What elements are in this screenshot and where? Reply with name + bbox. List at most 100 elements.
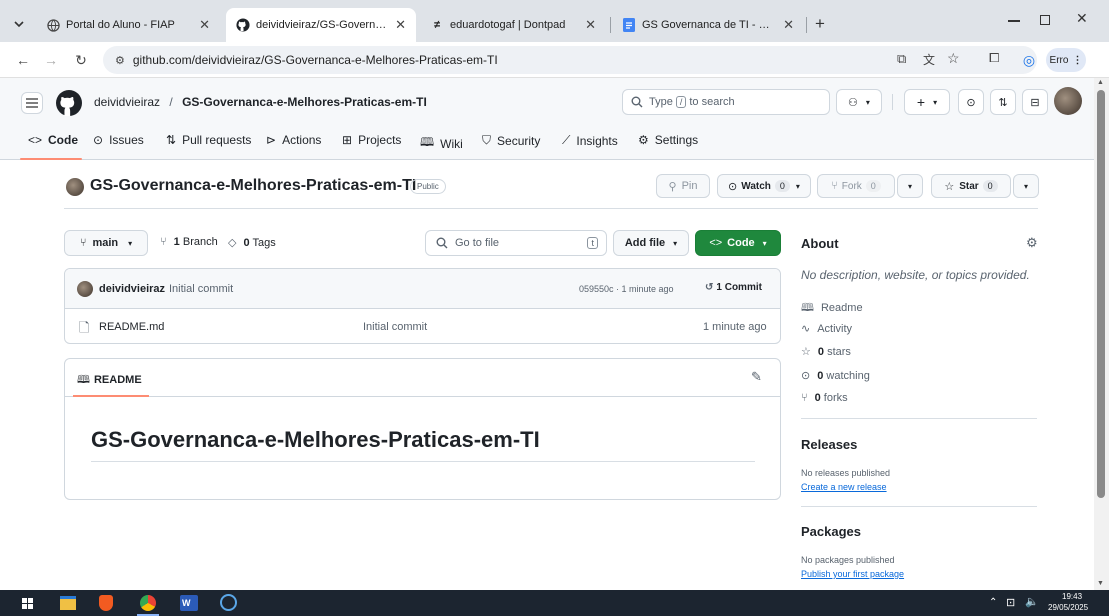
tab-actions[interactable]: ⊳ Actions — [266, 133, 321, 147]
branches-link[interactable]: ⑂ 1 Branch — [160, 236, 218, 248]
star-dropdown-button[interactable]: ▾ — [1013, 174, 1039, 198]
volume-muted-icon[interactable]: 🔈 — [1025, 595, 1039, 608]
create-new-button[interactable]: + ▾ — [904, 89, 950, 115]
forks-link[interactable]: ⑂ 0 forks — [801, 392, 848, 404]
browser-tab-fiap[interactable]: Portal do Aluno - FIAP ✕ — [36, 8, 220, 42]
fork-button[interactable]: ⑂ Fork 0 — [817, 174, 895, 198]
github-icon — [236, 18, 250, 32]
pin-button[interactable]: ⚲ Pin — [656, 174, 710, 198]
table-row[interactable]: 🗋 README.md Initial commit 1 minute ago — [65, 309, 780, 343]
watch-button[interactable]: ⊙ Watch 0 ▾ — [717, 174, 811, 198]
tab-settings[interactable]: ⚙ Settings — [638, 133, 698, 147]
repo-title[interactable]: GS-Governanca-e-Melhores-Praticas-em-TI — [90, 177, 416, 195]
close-window-icon[interactable]: ✕ — [1076, 10, 1088, 27]
profile-icon[interactable]: ◎ — [1020, 51, 1038, 69]
tab-projects[interactable]: ⊞ Projects — [342, 133, 401, 147]
gear-icon[interactable]: ⚙ — [1026, 235, 1038, 251]
tab-search-button[interactable] — [8, 13, 30, 35]
tab-issues[interactable]: ⊙ Issues — [93, 133, 144, 147]
commit-author[interactable]: deividvieiraz — [99, 283, 165, 295]
tags-label: Tags — [252, 237, 276, 249]
scroll-down-icon[interactable]: ▼ — [1097, 580, 1104, 587]
menu-button[interactable] — [21, 92, 43, 114]
stars-link[interactable]: ☆ 0 stars — [801, 345, 851, 358]
forks-count: 0 — [814, 392, 821, 404]
publish-package-link[interactable]: Publish your first package — [801, 569, 904, 579]
watching-link[interactable]: ⊙ 0 watching — [801, 369, 870, 382]
pull-requests-button[interactable]: ⇅ — [990, 89, 1016, 115]
address-bar[interactable]: ⚙ github.com/deividvieiraz/GS-Governanca… — [103, 46, 1037, 74]
tab-code[interactable]: <> Code — [28, 133, 78, 147]
minimize-icon[interactable] — [1008, 20, 1020, 22]
pencil-icon[interactable]: ✎ — [751, 369, 762, 385]
file-commit-message[interactable]: Initial commit — [363, 321, 427, 333]
issues-button[interactable]: ⊙ — [958, 89, 984, 115]
browser-tab-github[interactable]: deividvieiraz/GS-Governanca-e- ✕ — [226, 8, 416, 42]
close-icon[interactable]: ✕ — [395, 17, 406, 33]
taskbar-time[interactable]: 19:43 — [1062, 592, 1082, 601]
install-app-icon[interactable]: ⧉ — [897, 51, 906, 67]
commits-link[interactable]: ↺ 1 Commit — [705, 282, 762, 293]
browser-tab-dontpad[interactable]: ≠ eduardotogaf | Dontpad ✕ — [420, 8, 606, 42]
globe-icon — [46, 18, 60, 32]
tab-security[interactable]: ⛉ Security — [482, 133, 540, 148]
github-logo[interactable] — [56, 90, 82, 119]
fork-dropdown-button[interactable]: ▾ — [897, 174, 923, 198]
create-release-link[interactable]: Create a new release — [801, 482, 887, 492]
close-icon[interactable]: ✕ — [783, 17, 794, 33]
branch-selector[interactable]: ⑂ main ▾ — [64, 230, 148, 256]
add-file-button[interactable]: Add file ▾ — [613, 230, 689, 256]
scrollbar-thumb[interactable] — [1097, 90, 1105, 498]
forward-arrow-icon[interactable]: → — [42, 51, 60, 69]
windows-start-icon[interactable] — [22, 598, 33, 609]
reload-icon[interactable]: ↻ — [72, 51, 90, 69]
profile-error-button[interactable]: Erro ⋮ — [1046, 48, 1086, 72]
commit-message[interactable]: Initial commit — [169, 283, 233, 295]
readme-link[interactable]: 🕮 Readme — [801, 299, 863, 318]
activity-link[interactable]: ∿ Activity — [801, 322, 852, 335]
taskbar-date[interactable]: 29/05/2025 — [1048, 603, 1088, 612]
sidebar-divider — [801, 418, 1037, 419]
tab-pull-requests[interactable]: ⇅ Pull requests — [166, 133, 251, 147]
active-tab-underline — [20, 158, 82, 160]
chrome-icon[interactable] — [140, 595, 156, 611]
history-icon: ↺ — [705, 282, 714, 293]
scroll-up-icon[interactable]: ▲ — [1097, 79, 1104, 86]
restore-icon[interactable] — [1040, 15, 1050, 25]
hamburger-icon — [26, 98, 38, 108]
brave-icon[interactable] — [99, 595, 113, 611]
new-tab-button[interactable]: + — [810, 14, 830, 34]
bookmark-star-icon[interactable]: ☆ — [947, 50, 960, 67]
readme-tab[interactable]: 🕮 README — [77, 371, 142, 390]
packages-title[interactable]: Packages — [801, 524, 861, 539]
commit-hash-time[interactable]: 059550c · 1 minute ago — [579, 284, 674, 294]
browser-tab-google-docs[interactable]: GS Governanca de TI - Google D ✕ — [612, 8, 804, 42]
tray-chevron-icon[interactable]: ⌃ — [989, 597, 997, 608]
back-arrow-icon[interactable]: ← — [14, 51, 32, 69]
site-settings-icon[interactable]: ⚙ — [115, 54, 125, 67]
code-button[interactable]: <> Code ▾ — [695, 230, 781, 256]
word-icon[interactable]: W — [180, 595, 198, 611]
inbox-button[interactable]: ⊟ — [1022, 89, 1048, 115]
translate-icon[interactable]: 文 — [923, 51, 935, 68]
file-table: deividvieiraz Initial commit 059550c · 1… — [64, 268, 781, 344]
search-input[interactable]: Type / to search — [622, 89, 830, 115]
close-icon[interactable]: ✕ — [199, 17, 210, 33]
close-icon[interactable]: ✕ — [585, 17, 596, 33]
file-explorer-icon[interactable] — [60, 596, 76, 610]
releases-title[interactable]: Releases — [801, 437, 857, 452]
avatar[interactable] — [1054, 87, 1082, 115]
app-icon[interactable] — [220, 594, 237, 611]
heading-rule — [91, 461, 755, 462]
breadcrumb-owner[interactable]: deividvieiraz — [94, 95, 160, 109]
network-icon[interactable]: ⊡ — [1006, 596, 1015, 609]
tab-wiki[interactable]: 🕮 Wiki — [420, 133, 463, 154]
file-name[interactable]: README.md — [99, 321, 164, 333]
tab-insights[interactable]: ⟋ Insights — [562, 133, 618, 148]
breadcrumb-repo[interactable]: GS-Governanca-e-Melhores-Praticas-em-TI — [182, 95, 427, 109]
extensions-icon[interactable]: ⧠ — [989, 50, 999, 66]
star-button[interactable]: ☆ Star 0 — [931, 174, 1011, 198]
go-to-file-input[interactable]: Go to file t — [425, 230, 607, 256]
copilot-button[interactable]: ⚇ ▾ — [836, 89, 882, 115]
tags-link[interactable]: ◇ 0 Tags — [228, 236, 276, 249]
